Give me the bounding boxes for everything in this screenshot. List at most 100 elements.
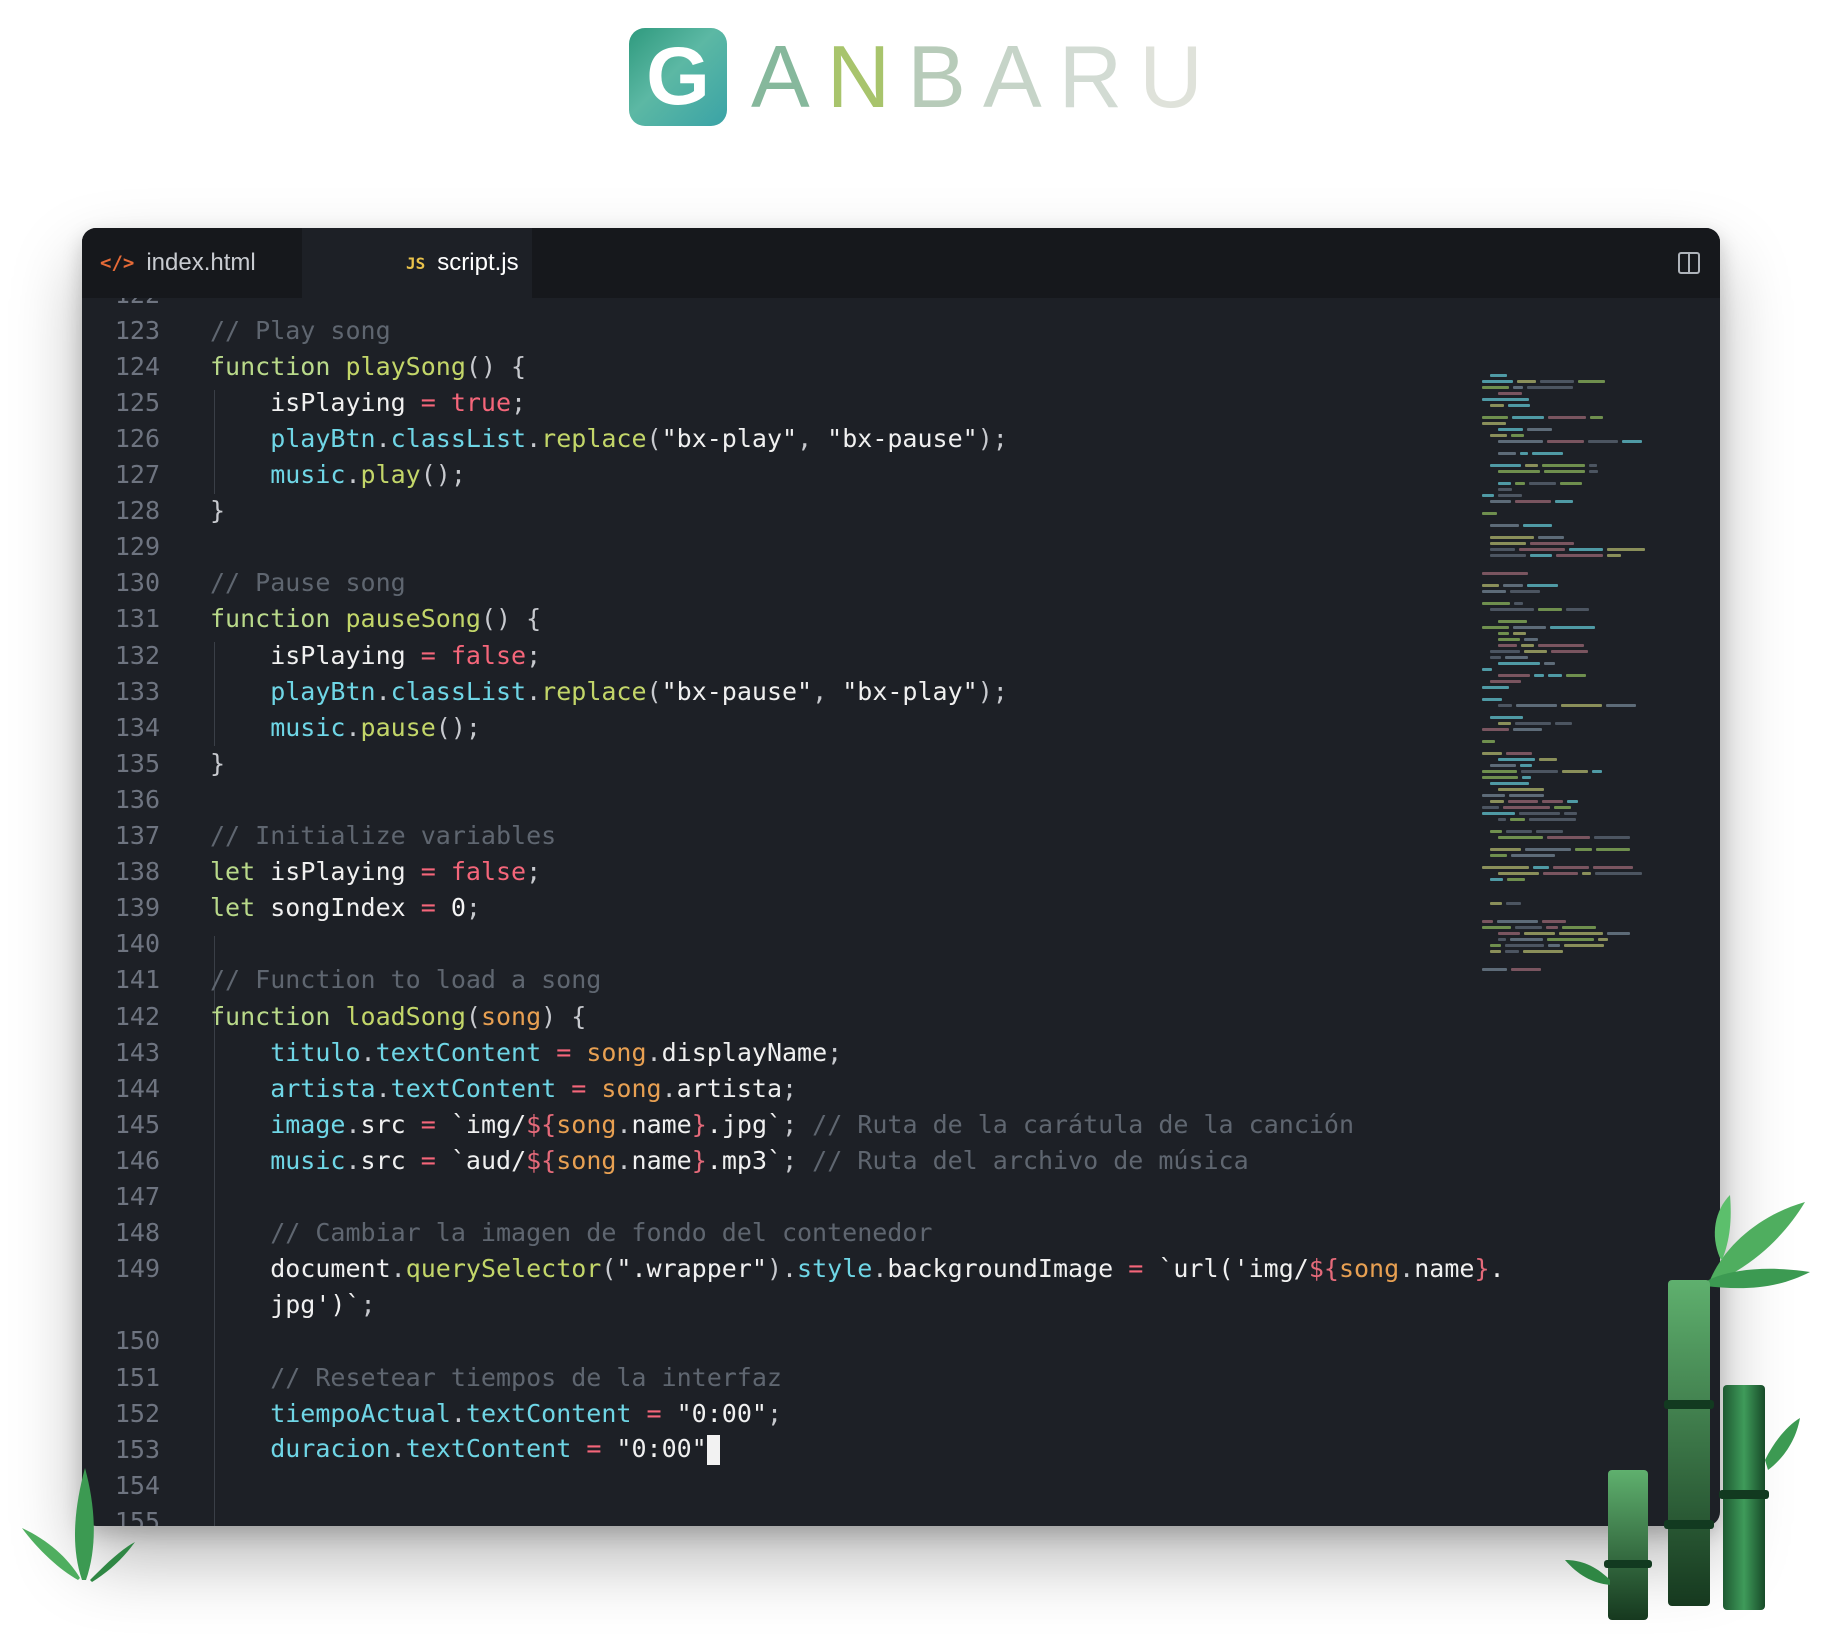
code-line: 145 image.src = `img/${song.name}.jpg`; … xyxy=(82,1106,1720,1142)
code-text: function loadSong(song) { xyxy=(210,1001,587,1031)
code-line: 151 // Resetear tiempos de la interfaz xyxy=(82,1359,1720,1395)
code-line: 129 xyxy=(82,529,1720,565)
line-number: 134 xyxy=(114,712,160,742)
line-number: 125 xyxy=(114,387,160,417)
code-text: let songIndex = 0; xyxy=(210,893,481,923)
code-text: // Pause song xyxy=(210,568,406,598)
code-line: 130 // Pause song xyxy=(82,565,1720,601)
line-number: 137 xyxy=(114,821,160,850)
line-number: 141 xyxy=(114,965,160,995)
line-number: 145 xyxy=(114,1109,160,1139)
code-line: 140 xyxy=(82,926,1720,962)
code-line: 147 xyxy=(82,1179,1720,1215)
ganbaru-logo: G ANBARU xyxy=(629,28,1220,126)
code-text: function playSong() { xyxy=(210,351,527,381)
code-text: isPlaying = true; xyxy=(210,387,527,417)
leaf-decoration xyxy=(22,1468,135,1582)
code-line: 138 let isPlaying = false; xyxy=(82,854,1720,890)
code-line: 146 music.src = `aud/${song.name}.mp3`; … xyxy=(82,1142,1720,1178)
code-text: titulo.textContent = song.displayName; xyxy=(210,1037,843,1067)
code-text: tiempoActual.textContent = "0:00"; xyxy=(210,1398,782,1428)
code-text: artista.textContent = song.artista; xyxy=(210,1073,798,1103)
tab-label: script.js xyxy=(437,249,519,276)
line-number: 144 xyxy=(114,1073,160,1103)
code-line: 148 // Cambiar la imagen de fondo del co… xyxy=(82,1215,1720,1251)
code-text: // Play song xyxy=(210,315,391,345)
code-line: 134 music.pause(); xyxy=(82,709,1720,745)
line-number: 148 xyxy=(114,1218,160,1248)
code-line: 122 xyxy=(82,298,1720,312)
line-number: 133 xyxy=(114,676,160,706)
tab-bar: </> index.html JS script.js xyxy=(82,228,1720,298)
code-text: // Cambiar la imagen de fondo del conten… xyxy=(210,1218,933,1248)
line-number: 129 xyxy=(114,532,160,562)
line-number: 149 xyxy=(114,1254,160,1284)
line-number: 122 xyxy=(82,298,160,309)
code-text: playBtn.classList.replace("bx-pause", "b… xyxy=(210,676,1008,706)
code-line: 142 function loadSong(song) { xyxy=(82,998,1720,1034)
code-text: duracion.textContent = "0:00" xyxy=(210,1434,720,1465)
code-text: music.pause(); xyxy=(210,712,481,742)
tab-label: index.html xyxy=(146,249,256,276)
code-line: 128} xyxy=(82,493,1720,529)
code-line: 152 tiempoActual.textContent = "0:00"; xyxy=(82,1395,1720,1431)
line-number: 152 xyxy=(114,1398,160,1428)
line-number: 146 xyxy=(114,1145,160,1175)
code-text: image.src = `img/${song.name}.jpg`; // R… xyxy=(210,1109,1355,1139)
code-line: 127 music.play(); xyxy=(82,457,1720,493)
code-line: 143 titulo.textContent = song.displayNam… xyxy=(82,1034,1720,1070)
code-line: 135} xyxy=(82,745,1720,781)
code-text: document.querySelector(".wrapper").style… xyxy=(210,1254,1505,1284)
line-number: 147 xyxy=(114,1182,160,1211)
code-line: 150 xyxy=(82,1323,1720,1359)
line-number: 128 xyxy=(114,496,160,526)
line-number: 150 xyxy=(114,1326,160,1356)
logo-letter: R xyxy=(1058,27,1140,126)
line-number: 126 xyxy=(114,423,160,453)
tab-script-js[interactable]: JS script.js xyxy=(302,228,532,298)
code-line: 137 // Initialize variables xyxy=(82,818,1720,854)
code-area[interactable]: 122 123 // Play song 124 function playSong()… xyxy=(82,298,1720,1526)
code-text: } xyxy=(210,496,226,526)
logo-letter: N xyxy=(826,27,908,126)
code-text: let isPlaying = false; xyxy=(210,857,542,887)
code-line: 131 function pauseSong() { xyxy=(82,601,1720,637)
code-line: 141 // Function to load a song xyxy=(82,962,1720,998)
code-text: } xyxy=(210,748,226,778)
code-text: isPlaying = false; xyxy=(210,640,542,670)
code-text: jpg')`; xyxy=(210,1290,376,1320)
code-line: 123 // Play song xyxy=(82,312,1720,348)
logo-mark: G xyxy=(629,28,727,126)
code-line: jpg')`; xyxy=(82,1287,1720,1323)
line-number: 138 xyxy=(114,857,160,887)
line-number: 130 xyxy=(114,568,160,598)
html-code-icon: </> xyxy=(100,252,135,274)
line-number: 132 xyxy=(114,640,160,670)
line-number: 143 xyxy=(114,1037,160,1067)
code-editor-window: </> index.html JS script.js 122 123 // Pla… xyxy=(82,228,1720,1526)
js-file-icon: JS xyxy=(406,253,426,273)
line-number: 136 xyxy=(114,784,160,814)
code-line: 155 xyxy=(82,1503,1720,1526)
logo-letter: B xyxy=(907,27,983,126)
code-text: playBtn.classList.replace("bx-play", "bx… xyxy=(210,423,1008,453)
code-line: 139 let songIndex = 0; xyxy=(82,890,1720,926)
line-number: 142 xyxy=(114,1001,160,1031)
line-number: 139 xyxy=(114,893,160,923)
code-line: 132 isPlaying = false; xyxy=(82,637,1720,673)
code-line: 133 playBtn.classList.replace("bx-pause"… xyxy=(82,673,1720,709)
line-number: 124 xyxy=(114,351,160,381)
code-line: 144 artista.textContent = song.artista; xyxy=(82,1070,1720,1106)
logo-wordmark: ANBARU xyxy=(751,33,1220,121)
split-editor-icon[interactable] xyxy=(1678,252,1700,274)
line-number: 151 xyxy=(114,1362,160,1392)
code-text: // Function to load a song xyxy=(210,965,602,995)
line-number: 123 xyxy=(114,315,160,345)
logo-letter: A xyxy=(751,27,827,126)
code-text: // Initialize variables xyxy=(210,821,557,850)
code-line: 136 xyxy=(82,781,1720,817)
line-number: 127 xyxy=(114,460,160,489)
text-cursor xyxy=(706,1434,720,1465)
code-text: function pauseSong() { xyxy=(210,604,542,634)
tab-index-html[interactable]: </> index.html xyxy=(82,228,302,298)
